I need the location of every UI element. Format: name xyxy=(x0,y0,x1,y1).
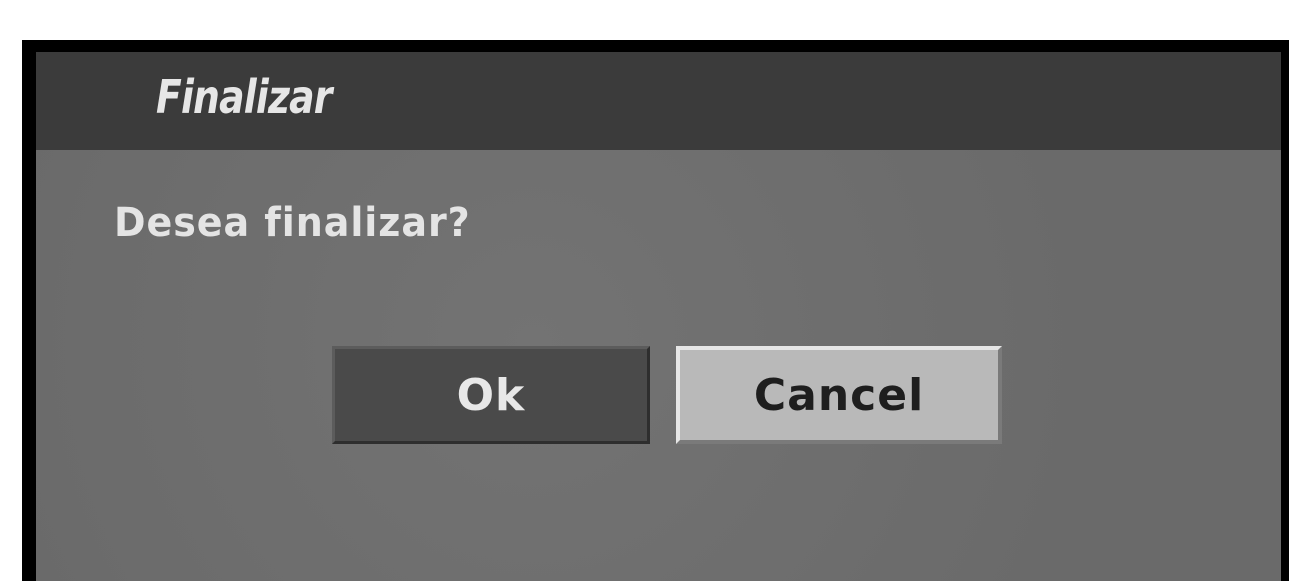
dialog-title: Finalizar xyxy=(156,70,332,124)
dialog-message: Desea finalizar? xyxy=(114,200,471,246)
finalize-dialog: Finalizar Desea finalizar? Ok Cancel xyxy=(22,40,1289,581)
dialog-body: Finalizar Desea finalizar? Ok Cancel xyxy=(36,52,1281,581)
ok-button[interactable]: Ok xyxy=(332,346,650,444)
cancel-button[interactable]: Cancel xyxy=(676,346,1002,444)
dialog-title-bar: Finalizar xyxy=(36,52,1281,150)
